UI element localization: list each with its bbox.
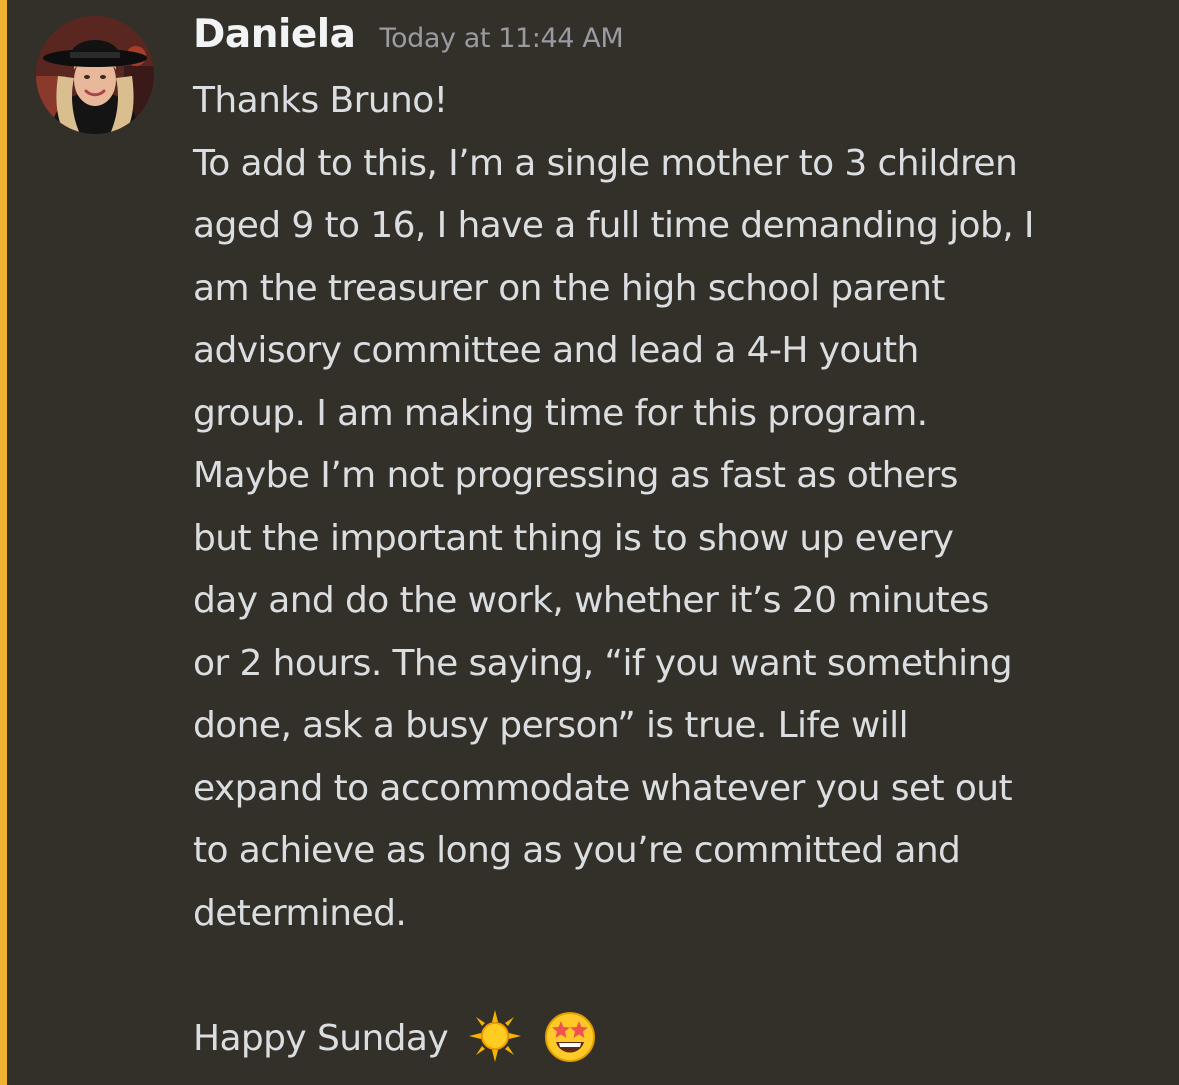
message-content: Thanks Bruno! To add to this, I’m a sing… [193, 70, 1168, 1070]
closing-text: Happy Sunday [193, 1017, 449, 1059]
message-line: day and do the work, whether it’s 20 min… [193, 580, 989, 621]
message-line: aged 9 to 16, I have a full time demandi… [193, 205, 1035, 246]
chat-message: Daniela Today at 11:44 AM Thanks Bruno! … [0, 0, 1179, 1085]
star-struck-emoji-icon[interactable] [542, 1008, 598, 1064]
message-line: but the important thing is to show up ev… [193, 517, 954, 559]
sun-emoji-icon[interactable] [467, 1008, 523, 1064]
message-line: group. I am making time for this program… [193, 392, 928, 434]
avatar-portrait-icon [36, 16, 154, 134]
author-name[interactable]: Daniela [193, 12, 356, 57]
message-line: To add to this, I’m a single mother to 3… [193, 142, 1018, 184]
message-line: expand to accommodate whatever you set o… [193, 767, 1013, 809]
message-line: am the treasurer on the high school pare… [193, 267, 945, 309]
closing-line: Happy Sunday [193, 1008, 1168, 1071]
message-line: advisory committee and lead a 4-H youth [193, 330, 919, 371]
avatar[interactable] [36, 16, 154, 134]
message-line: Thanks Bruno! [193, 80, 448, 121]
message-line: or 2 hours. The saying, “if you want som… [193, 642, 1013, 684]
message-header: Daniela Today at 11:44 AM [193, 12, 624, 68]
message-line: Maybe I’m not progressing as fast as oth… [193, 455, 958, 496]
message-line: determined. [193, 892, 407, 934]
message-line: done, ask a busy person” is true. Life w… [193, 705, 909, 746]
message-timestamp: Today at 11:44 AM [379, 23, 624, 54]
message-line: to achieve as long as you’re committed a… [193, 830, 961, 871]
